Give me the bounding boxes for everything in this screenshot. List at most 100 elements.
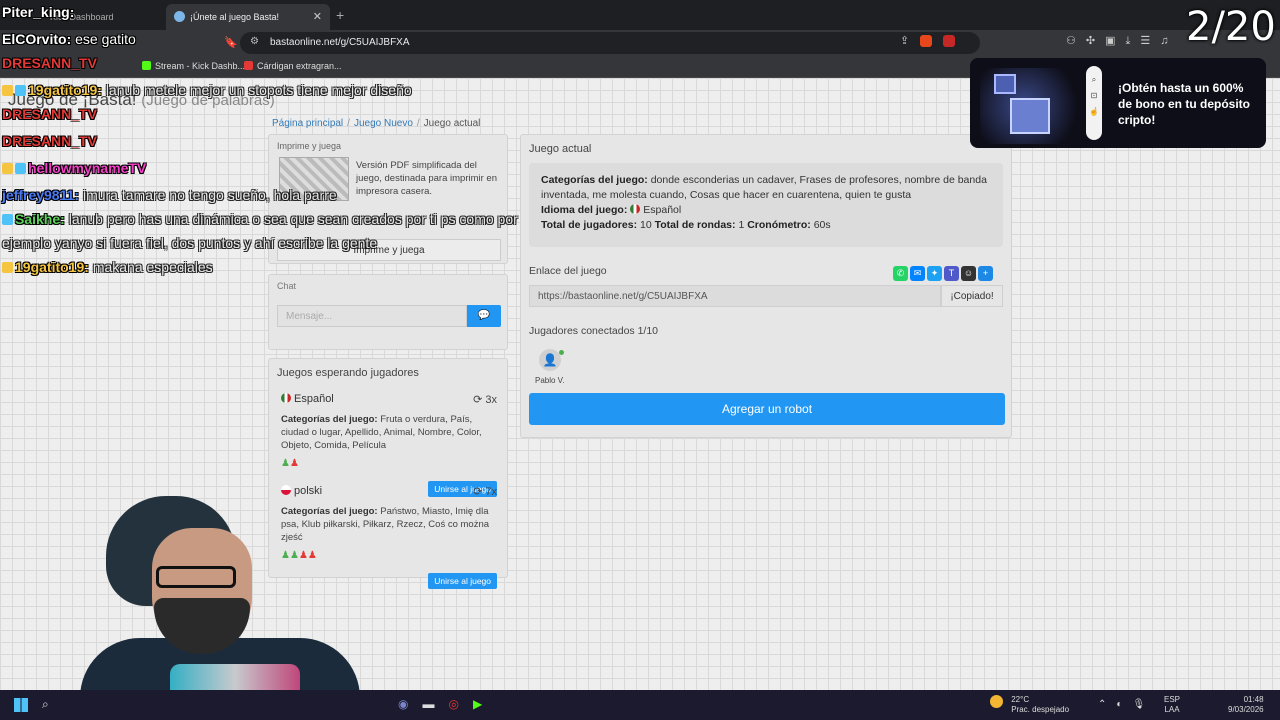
- crown-badge-icon: [2, 163, 13, 174]
- mexico-flag-icon: [630, 204, 641, 214]
- connected-players-label: Jugadores conectados 1/10: [529, 325, 659, 337]
- streamer-webcam: [60, 488, 390, 720]
- player-name: Pablo V.: [535, 376, 565, 385]
- ad-side-controls: ⌕ ⊡ ☝: [1086, 66, 1102, 140]
- weather-widget[interactable]: 22°C Prac. despejado: [990, 695, 1069, 715]
- whatsapp-icon[interactable]: ✆: [893, 266, 908, 281]
- extension-icon[interactable]: ⚇: [1066, 35, 1086, 47]
- chat-line: 19gatito19: lanub metele mejor un stopot…: [2, 82, 412, 98]
- breadcrumb: Página principal / Juego Nuevo / Juego actua…: [272, 118, 481, 129]
- online-status-dot: [559, 350, 564, 355]
- shop-icon: [244, 61, 253, 70]
- obs-icon[interactable]: ◎: [448, 697, 472, 711]
- network-icon[interactable]: ◐: [1116, 699, 1132, 710]
- game-count: ⟳ 3x: [473, 394, 497, 406]
- search-icon[interactable]: ⌕: [1086, 72, 1102, 88]
- rounds-icon: ⟳: [473, 486, 483, 498]
- music-icon[interactable]: ♫: [1160, 35, 1178, 47]
- sub-badge-icon: [2, 214, 13, 225]
- teams-icon[interactable]: T: [944, 266, 959, 281]
- windows-taskbar: ⌕ ◉▬◎▶ 22°C Prac. despejado ⌃◐🎙 ESP LAA 01…: [0, 690, 1280, 720]
- gift-box-image: [980, 68, 1090, 144]
- chat-message-input[interactable]: Mensaje...: [277, 305, 467, 327]
- current-game-panel: Juego actual Categorías del juego: donde…: [520, 134, 1012, 438]
- download-icon[interactable]: ⤓: [1126, 35, 1141, 47]
- more-share-icon[interactable]: +: [978, 266, 993, 281]
- terminal-icon[interactable]: ▬: [422, 697, 448, 711]
- waiting-game-item: Español ⟳ 3x Categorías del juego: Fruta…: [281, 393, 497, 497]
- bookmark-label: Cárdigan extragran...: [257, 61, 342, 71]
- snapchat-icon[interactable]: ☺: [961, 266, 976, 281]
- chat-line: hellowmynameTV: [2, 160, 146, 176]
- puzzle-icon[interactable]: ✣: [1086, 35, 1105, 47]
- mic-icon[interactable]: 🎙: [1132, 699, 1155, 710]
- screenshot-icon[interactable]: ▣: [1105, 35, 1125, 47]
- pointer-icon[interactable]: ☝: [1086, 104, 1102, 120]
- send-icon: 💬: [477, 310, 491, 321]
- chat-line: 19gatito19: makana especiales: [2, 259, 213, 275]
- crypto-ad-popup[interactable]: ⌕ ⊡ ☝ ¡Obtén hasta un 600% de bono en tu…: [970, 58, 1266, 148]
- join-game-button[interactable]: Unirse al juego: [428, 573, 497, 589]
- crown-badge-icon: [2, 262, 13, 273]
- tab-basta-game[interactable]: ¡Únete al juego Basta! ✕: [166, 4, 330, 30]
- bookmark-kick[interactable]: Stream - Kick Dashb...: [142, 61, 245, 71]
- game-count: ⟳ 7x: [473, 486, 497, 498]
- list-icon[interactable]: ☰: [1140, 35, 1160, 47]
- print-description: Versión PDF simplificada del juego, dest…: [356, 160, 497, 197]
- url-text: bastaonline.net/g/C5UAIJBFXA: [270, 37, 410, 48]
- gift-icon[interactable]: ⊡: [1086, 88, 1102, 104]
- breadcrumb-home[interactable]: Página principal: [272, 118, 343, 129]
- player-icon: ♟: [281, 458, 290, 469]
- user-icon: 👤: [542, 353, 558, 367]
- share-icon[interactable]: ⇪: [900, 35, 909, 47]
- url-field[interactable]: ⚙ bastaonline.net/g/C5UAIJBFXA: [240, 32, 980, 54]
- breadcrumb-current: Juego actual: [423, 118, 481, 129]
- site-info-icon[interactable]: ⚙: [250, 36, 259, 47]
- chat-line: Piter_king:: [2, 4, 75, 20]
- chat-line: DRESANN_TV: [2, 55, 97, 71]
- chat-panel: Chat Mensaje... 💬: [268, 274, 508, 350]
- chat-line: Saikhe: lanub pero has una dinámica o se…: [2, 211, 518, 227]
- game-categories: Categorías del juego: donde esconderias …: [541, 174, 987, 201]
- chat-send-button[interactable]: 💬: [467, 305, 501, 327]
- game-link-field[interactable]: https://bastaonline.net/g/C5UAIJBFXA: [529, 285, 941, 307]
- new-tab-button[interactable]: +: [336, 7, 344, 23]
- language-indicator[interactable]: ESP LAA: [1164, 695, 1180, 715]
- basta-favicon-icon: [174, 11, 185, 22]
- share-buttons: ✆ ✉ ✦ T ☺ +: [891, 263, 993, 281]
- game-link-label: Enlace del juego: [529, 265, 607, 277]
- kick-app-icon[interactable]: ▶: [473, 697, 496, 711]
- copy-link-button[interactable]: ¡Copiado!: [941, 285, 1003, 307]
- brave-shields-icon[interactable]: [920, 35, 933, 48]
- chat-panel-title: Chat: [277, 281, 297, 291]
- chevron-up-icon[interactable]: ⌃: [1098, 699, 1116, 710]
- temperature: 22°C: [1011, 695, 1030, 704]
- game-language: Español: [281, 393, 497, 405]
- toolbar-icons: ⚇✣▣⤓☰♫: [1066, 34, 1179, 48]
- twitter-icon[interactable]: ✦: [927, 266, 942, 281]
- messenger-icon[interactable]: ✉: [910, 266, 925, 281]
- kick-icon: [142, 61, 151, 70]
- chat-line: DRESANN_TV: [2, 133, 97, 149]
- waiting-panel-title: Juegos esperando jugadores: [277, 367, 419, 379]
- bookmark-icon[interactable]: 🔖: [224, 36, 238, 49]
- taskbar-apps: ◉▬◎▶: [398, 697, 496, 711]
- bookmark-cardigan[interactable]: Cárdigan extragran...: [244, 61, 342, 71]
- game-language: Idioma del juego: Español: [541, 204, 682, 216]
- discord-icon[interactable]: ◉: [398, 697, 422, 711]
- game-stats: Total de jugadores: 10 Total de rondas: …: [541, 219, 831, 231]
- search-icon[interactable]: ⌕: [42, 697, 49, 712]
- game-players: ♟♟: [281, 458, 497, 469]
- system-clock[interactable]: 01:48 9/03/2026: [1228, 695, 1264, 715]
- windows-start-icon[interactable]: [14, 698, 28, 712]
- chat-line: DRESANN_TV: [2, 106, 97, 122]
- close-icon[interactable]: ✕: [313, 10, 322, 23]
- brave-rewards-icon[interactable]: [943, 35, 956, 48]
- breadcrumb-new-game[interactable]: Juego Nuevo: [354, 118, 413, 129]
- add-robot-button[interactable]: Agregar un robot: [529, 393, 1005, 425]
- crown-badge-icon: [2, 85, 13, 96]
- player-avatar: 👤: [539, 349, 561, 371]
- chat-line: jeffrey9811: imura tamare no tengo sueño…: [2, 187, 337, 203]
- weather-text: Prac. despejado: [1011, 705, 1070, 714]
- sub-badge-icon: [15, 85, 26, 96]
